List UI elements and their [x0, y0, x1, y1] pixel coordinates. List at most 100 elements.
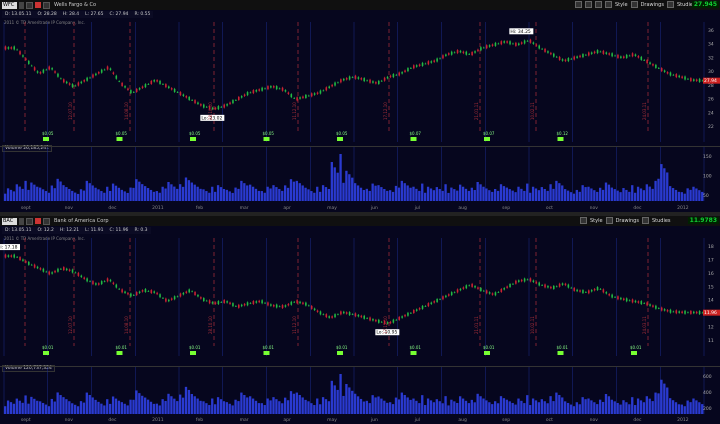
symbol-input[interactable]: BAC — [2, 217, 17, 225]
month-label: dec — [633, 205, 642, 211]
candle-body — [570, 58, 573, 60]
flag-icon[interactable] — [35, 218, 41, 224]
candle-body — [360, 315, 363, 318]
volume-bar — [173, 398, 176, 414]
candle-body — [620, 56, 622, 58]
volume-bar — [572, 406, 576, 414]
candle-body — [354, 313, 357, 317]
link-icon[interactable] — [26, 217, 33, 225]
drawings-button[interactable]: Drawings — [616, 218, 639, 224]
month-label: jul — [414, 417, 420, 423]
candle-body — [576, 289, 578, 292]
volume-bar — [152, 403, 156, 414]
candle-body — [500, 41, 503, 45]
candle-body — [512, 283, 514, 285]
candle-body — [427, 61, 430, 65]
zoom-icon[interactable] — [575, 1, 582, 8]
candle-body — [167, 86, 170, 88]
candle-body — [500, 288, 503, 292]
candle-body — [124, 291, 126, 294]
candle-body — [179, 92, 182, 96]
settings-icon[interactable] — [605, 1, 612, 8]
candle-body — [418, 308, 421, 310]
volume-chart[interactable]: 600 400 200 — [0, 366, 720, 414]
volume-bar — [53, 188, 56, 201]
volume-bar — [453, 189, 456, 201]
volume-bar — [520, 400, 523, 414]
link-icon[interactable] — [26, 1, 33, 9]
volume-bar — [79, 189, 83, 201]
candle-body — [92, 281, 94, 285]
candle-body — [605, 292, 608, 294]
studies-icon[interactable] — [666, 1, 674, 8]
candle-body — [520, 279, 523, 282]
volume-tick-label: 100 — [703, 174, 712, 180]
symbol-dropdown-icon[interactable] — [19, 1, 24, 9]
candle-body — [357, 314, 360, 317]
candle-body — [468, 53, 471, 55]
studies-button[interactable]: Studies — [652, 218, 671, 224]
volume-bar — [310, 403, 313, 414]
print-icon[interactable] — [595, 1, 602, 8]
volume-bar — [671, 188, 675, 201]
candle-body — [410, 312, 412, 314]
candle-body — [340, 79, 342, 83]
style-button[interactable]: Style — [615, 2, 628, 8]
chart-type-icon[interactable] — [43, 217, 50, 225]
candle-body — [567, 58, 570, 62]
event-date-label: 21.01.11 — [474, 316, 479, 334]
candle-body — [681, 311, 683, 313]
volume-bar — [543, 188, 546, 201]
volume-bar — [216, 397, 220, 414]
crosshair-icon[interactable] — [585, 1, 592, 8]
flag-icon[interactable] — [35, 2, 41, 8]
symbol-input[interactable]: WFC — [2, 1, 17, 9]
candle-body — [100, 69, 103, 73]
volume-bar — [403, 395, 406, 414]
candle-body — [275, 86, 278, 90]
style-button[interactable]: Style — [590, 218, 603, 224]
candle-body — [599, 288, 602, 290]
event-date-label: 11.12.10 — [292, 102, 297, 120]
volume-bar — [642, 190, 646, 201]
drawings-button[interactable]: Drawings — [641, 2, 664, 8]
symbol-dropdown-icon[interactable] — [19, 217, 24, 225]
candle-body — [372, 81, 374, 83]
volume-bar — [569, 404, 573, 414]
volume-bar — [251, 398, 255, 414]
volume-bar — [461, 398, 465, 414]
studies-icon[interactable] — [641, 217, 649, 224]
candle-body — [377, 319, 380, 323]
candle-body — [302, 96, 304, 99]
volume-bar — [645, 396, 648, 414]
volume-bar — [12, 191, 16, 201]
price-chart[interactable]: 3634323028262422Hi: 34.25Lo: 23.0212.07.… — [0, 22, 720, 142]
candle-body — [488, 292, 491, 294]
month-label: feb — [196, 205, 203, 211]
chart-type-icon[interactable] — [43, 1, 50, 9]
candle-body — [570, 287, 573, 289]
volume-bar — [117, 187, 121, 201]
dividend-marker — [410, 351, 417, 355]
price-chart[interactable]: 1817161514131211Hi: 17.18Lo: 10.9512.07.… — [0, 238, 720, 356]
pencil-icon[interactable] — [605, 217, 613, 224]
volume-bar — [234, 187, 237, 201]
candle-body — [590, 289, 593, 292]
dividend-marker — [557, 351, 564, 355]
candle-body — [634, 300, 637, 303]
volume-bar — [371, 395, 374, 414]
volume-bar — [321, 397, 325, 414]
candle-body — [237, 96, 240, 100]
pencil-icon[interactable] — [630, 1, 638, 8]
volume-bar — [391, 404, 395, 414]
volume-bar — [356, 185, 360, 201]
volume-chart[interactable]: 150 100 50 — [0, 146, 720, 201]
volume-bar — [275, 187, 278, 201]
candle-body — [669, 309, 672, 313]
event-date-label: 11.12.10 — [292, 316, 297, 334]
volume-bar — [680, 192, 683, 201]
volume-bar — [415, 400, 418, 414]
volume-bar — [149, 189, 153, 201]
settings-icon[interactable] — [580, 217, 587, 224]
dividend-marker — [263, 351, 270, 355]
